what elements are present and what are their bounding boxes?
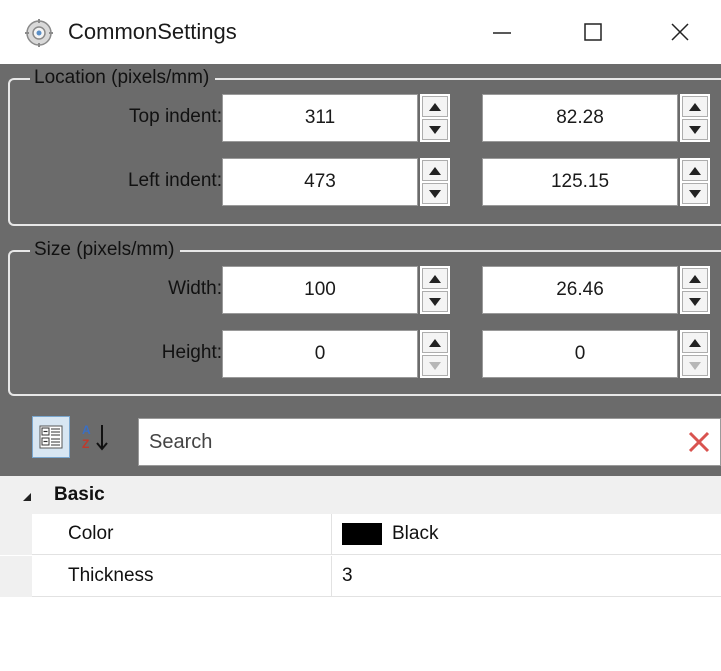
clear-x-icon [688,431,710,453]
title-bar: CommonSettings [0,0,721,64]
spin-up-button[interactable] [682,160,708,181]
width-mm-input[interactable]: 26.46 [482,266,678,314]
spin-up-button[interactable] [422,332,448,353]
property-name: Color [68,523,114,544]
window-title: CommonSettings [68,19,237,44]
top-indent-pixels-input[interactable]: 311 [222,94,418,142]
left-indent-pixels-spinner [420,158,450,206]
size-group-title: Size (pixels/mm) [30,238,181,262]
arrow-up-icon [429,102,441,111]
spin-down-button[interactable] [422,119,448,140]
maximize-button[interactable] [552,0,634,64]
spin-up-button[interactable] [682,332,708,353]
spin-down-button [422,355,448,376]
row-margin [0,514,32,555]
property-search-box [138,418,721,466]
svg-text:A: A [82,423,91,437]
property-value[interactable]: 3 [342,565,353,587]
top-indent-mm-input[interactable]: 82.28 [482,94,678,142]
arrow-up-icon [429,166,441,175]
maximize-icon [584,23,602,41]
svg-text:Z: Z [82,437,89,451]
close-icon [671,23,689,41]
property-grid-toolbar: A Z [0,404,721,476]
color-value-label: Black [392,523,439,544]
property-grid: Basic Color Black Thickness 3 [0,476,721,671]
spin-up-button[interactable] [682,268,708,289]
size-group: Size (pixels/mm) Width: 100 26.46 Height… [8,238,721,396]
width-label: Width: [168,278,222,299]
left-indent-mm-input[interactable]: 125.15 [482,158,678,206]
arrow-down-icon [429,125,441,134]
location-group-title: Location (pixels/mm) [30,66,216,90]
top-indent-label: Top indent: [129,106,222,127]
left-indent-mm-spinner [680,158,710,206]
location-group: Location (pixels/mm) Top indent: 311 82.… [8,66,721,226]
left-indent-pixels-input[interactable]: 473 [222,158,418,206]
alphabetical-sort-button[interactable]: A Z [78,416,116,458]
arrow-up-icon [689,102,701,111]
property-name: Thickness [68,565,154,586]
spin-up-button[interactable] [682,96,708,117]
minimize-button[interactable] [461,0,543,64]
property-row-color[interactable]: Color Black [0,514,721,555]
clear-search-button[interactable] [684,427,714,457]
arrow-up-icon [689,338,701,347]
height-pixels-spinner [420,330,450,378]
spin-up-button[interactable] [422,160,448,181]
height-mm-spinner [680,330,710,378]
spin-down-button[interactable] [682,183,708,204]
arrow-down-icon [429,297,441,306]
close-button[interactable] [639,0,721,64]
height-pixels-input[interactable]: 0 [222,330,418,378]
top-indent-mm-spinner [680,94,710,142]
spin-down-button [682,355,708,376]
category-row-basic[interactable]: Basic [0,476,721,514]
left-indent-label: Left indent: [127,170,222,191]
arrow-down-icon [689,189,701,198]
property-row-thickness[interactable]: Thickness 3 [0,556,721,597]
arrow-up-icon [689,166,701,175]
arrow-down-icon [689,361,701,370]
spin-up-button[interactable] [422,96,448,117]
width-pixels-spinner [420,266,450,314]
arrow-down-icon [689,297,701,306]
arrow-down-icon [689,125,701,134]
categorized-view-button[interactable] [32,416,70,458]
arrow-up-icon [689,274,701,283]
row-margin [0,556,32,597]
arrow-up-icon [429,338,441,347]
height-label: Height: [161,342,222,363]
spin-up-button[interactable] [422,268,448,289]
top-indent-pixels-spinner [420,94,450,142]
property-value[interactable]: Black [342,523,438,545]
spin-down-button[interactable] [422,183,448,204]
width-mm-spinner [680,266,710,314]
search-input[interactable] [149,419,649,465]
categorized-icon [39,425,63,449]
settings-panel: Location (pixels/mm) Top indent: 311 82.… [0,64,721,404]
color-swatch [342,523,382,545]
thickness-value-label: 3 [342,565,353,586]
category-label: Basic [54,484,105,505]
height-mm-input[interactable]: 0 [482,330,678,378]
arrow-down-icon [429,189,441,198]
collapse-triangle-icon[interactable] [22,489,32,507]
width-pixels-input[interactable]: 100 [222,266,418,314]
column-divider[interactable] [331,556,332,597]
arrow-down-icon [429,361,441,370]
spin-down-button[interactable] [682,119,708,140]
column-divider[interactable] [331,514,332,555]
spin-down-button[interactable] [422,291,448,312]
minimize-icon [493,32,511,34]
sort-az-icon: A Z [82,423,108,451]
app-gear-icon [24,18,54,48]
arrow-up-icon [429,274,441,283]
spin-down-button[interactable] [682,291,708,312]
